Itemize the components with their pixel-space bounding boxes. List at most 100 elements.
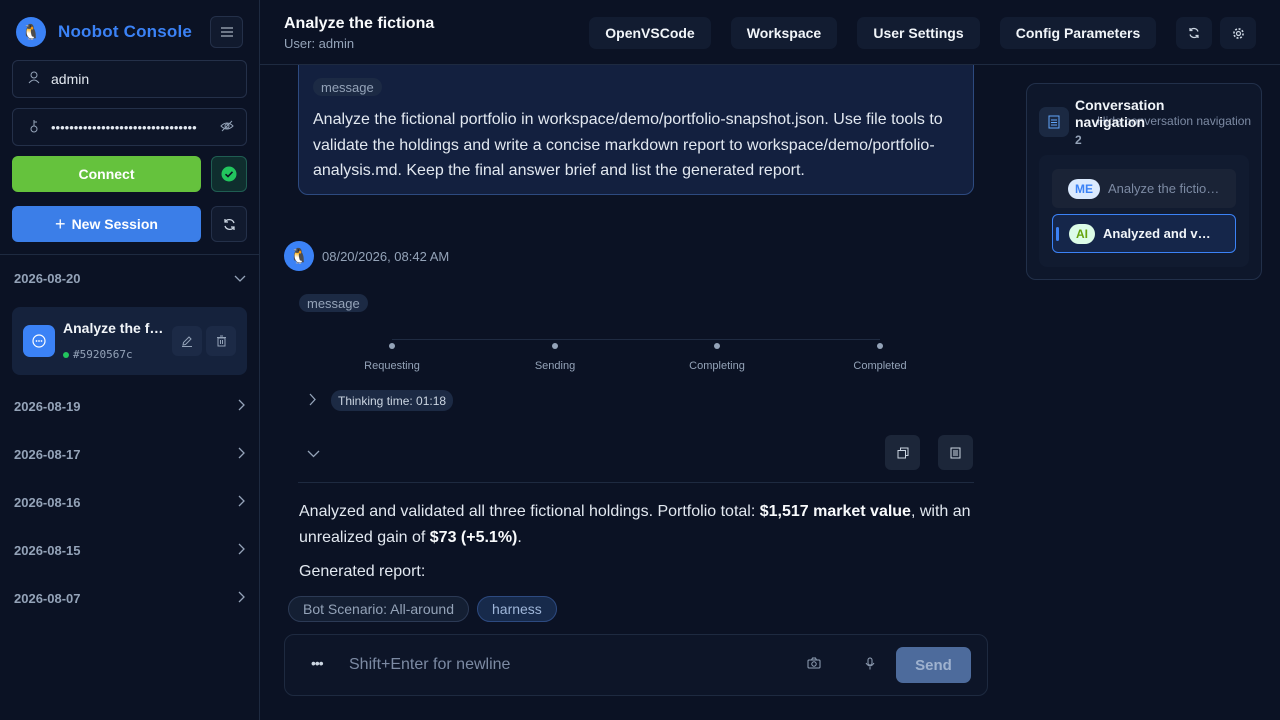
date-group-label: 2026-08-17 [14,447,81,462]
gear-icon [1232,27,1244,39]
delete-session-button[interactable] [206,326,236,356]
step-label: Completed [853,360,907,372]
app-root: 🐧 Noobot Console admin •••••••••••••••••… [0,0,1280,720]
ai-answer-text: Analyzed and validated all three fiction… [299,499,979,550]
step-dot [714,343,720,349]
top-header: Analyze the fictiona User: admin OpenVSC… [260,0,1280,65]
chevron-right-icon [238,591,246,606]
bot-avatar: 🐧 [284,241,314,271]
rename-session-button[interactable] [172,326,202,356]
navigation-title: Conversation navigation [1075,97,1165,130]
step-label: Completing [689,360,745,372]
date-group-label: 2026-08-16 [14,495,81,510]
user-message-card: message Analyze the fictional portfolio … [298,62,974,195]
refresh-button[interactable] [1176,17,1212,49]
nav-item-ai[interactable]: AI Analyzed and validated all three fict… [1052,214,1236,253]
connection-status-button[interactable] [211,156,247,192]
page-title: Analyze the fictiona [284,15,435,32]
date-group-label: 2026-08-19 [14,399,81,414]
progress-line [392,339,880,340]
harness-chip[interactable]: harness [477,596,557,622]
step-label: Sending [534,360,576,372]
refresh-sessions-button[interactable] [211,206,247,242]
chevron-right-icon [238,543,246,558]
step-dot [552,343,558,349]
scenario-chip[interactable]: Bot Scenario: All-around [288,596,469,622]
nav-item-me[interactable]: ME Analyze the fictional portfolio in wo… [1052,169,1236,208]
username-value: admin [51,71,90,87]
chat-bubble-icon [23,325,55,357]
session-id-text: #5920567c [73,348,133,361]
workspace-button[interactable]: Workspace [731,17,837,49]
microphone-icon[interactable] [865,657,875,673]
answer-bold-gain: $73 (+5.1%) [429,528,518,546]
date-group-2026-08-19[interactable]: 2026-08-19 [14,399,246,414]
chevron-down-icon [234,271,246,286]
generated-report-label: Generated report: [299,563,426,580]
password-value: •••••••••••••••••••••••••••••••• [51,119,197,135]
eye-off-icon[interactable] [220,120,234,135]
date-group-2026-08-15[interactable]: 2026-08-15 [14,543,246,558]
chevron-right-icon [238,495,246,510]
user-icon [27,71,41,87]
date-group-2026-08-16[interactable]: 2026-08-16 [14,495,246,510]
username-field[interactable]: admin [12,60,247,98]
connect-button[interactable]: Connect [12,156,201,192]
message-composer: ••• Shift+Enter for newline Send [284,634,988,696]
collapse-sidebar-button[interactable] [210,16,243,48]
date-group-2026-08-17[interactable]: 2026-08-17 [14,447,246,462]
send-button[interactable]: Send [896,647,971,683]
message-tag: message [299,294,368,312]
config-parameters-button[interactable]: Config Parameters [1000,17,1156,49]
key-icon [27,119,41,136]
brand: 🐧 Noobot Console [16,17,192,47]
new-session-label: New Session [71,216,158,232]
session-item[interactable]: Analyze the fictiona #5920567c [12,307,247,375]
message-timestamp: 08/20/2026, 08:42 AM [322,249,450,264]
logo-icon: 🐧 [16,17,46,47]
sidebar-divider [0,254,259,255]
more-options-icon[interactable]: ••• [311,655,324,671]
settings-button[interactable] [1220,17,1256,49]
message-tag: message [313,78,382,96]
check-circle-icon [221,166,237,182]
user-settings-button[interactable]: User Settings [857,17,980,49]
current-user: User: admin [284,36,355,51]
new-session-button[interactable]: + New Session [12,206,201,242]
collapse-answer-icon[interactable] [307,446,320,461]
date-group-2026-08-20[interactable]: 2026-08-20 [14,271,246,286]
conversation-navigation-panel: Hide conversation navigation Conversatio… [1026,83,1262,280]
camera-icon[interactable] [807,657,821,672]
active-indicator [1056,227,1059,241]
refresh-icon [1189,27,1199,39]
edit-icon [182,336,192,347]
refresh-icon [223,218,235,230]
step-label: Requesting [364,360,420,372]
session-title: Analyze the fictiona [63,320,167,336]
date-group-label: 2026-08-20 [14,271,81,286]
me-badge: ME [1068,178,1100,199]
answer-bold-total: $1,517 market value [759,503,911,520]
answer-text: Analyzed and validated all three fiction… [299,503,760,520]
nav-item-text: Analyze the fictional portfolio in works… [1108,181,1220,196]
sidebar: 🐧 Noobot Console admin •••••••••••••••••… [0,0,260,720]
answer-text: . [517,528,522,546]
view-source-button[interactable] [938,435,973,470]
password-field[interactable]: •••••••••••••••••••••••••••••••• [12,108,247,146]
plus-icon: + [55,213,66,234]
chevron-right-icon [238,447,246,462]
date-group-label: 2026-08-07 [14,591,81,606]
document-icon [950,447,961,458]
chevron-right-icon [238,399,246,414]
document-icon[interactable] [1039,107,1069,137]
openvscode-button[interactable]: OpenVSCode [589,17,711,49]
thinking-time-badge[interactable]: Thinking time: 01:18 [331,390,454,411]
answer-divider [298,482,974,483]
ai-badge: AI [1069,223,1095,244]
message-input[interactable]: Shift+Enter for newline [349,656,510,674]
date-group-2026-08-07[interactable]: 2026-08-07 [14,591,246,606]
message-count: 2 [1075,133,1082,147]
expand-thinking-icon[interactable] [309,393,317,409]
copy-button[interactable] [885,435,920,470]
copy-icon [897,447,908,458]
